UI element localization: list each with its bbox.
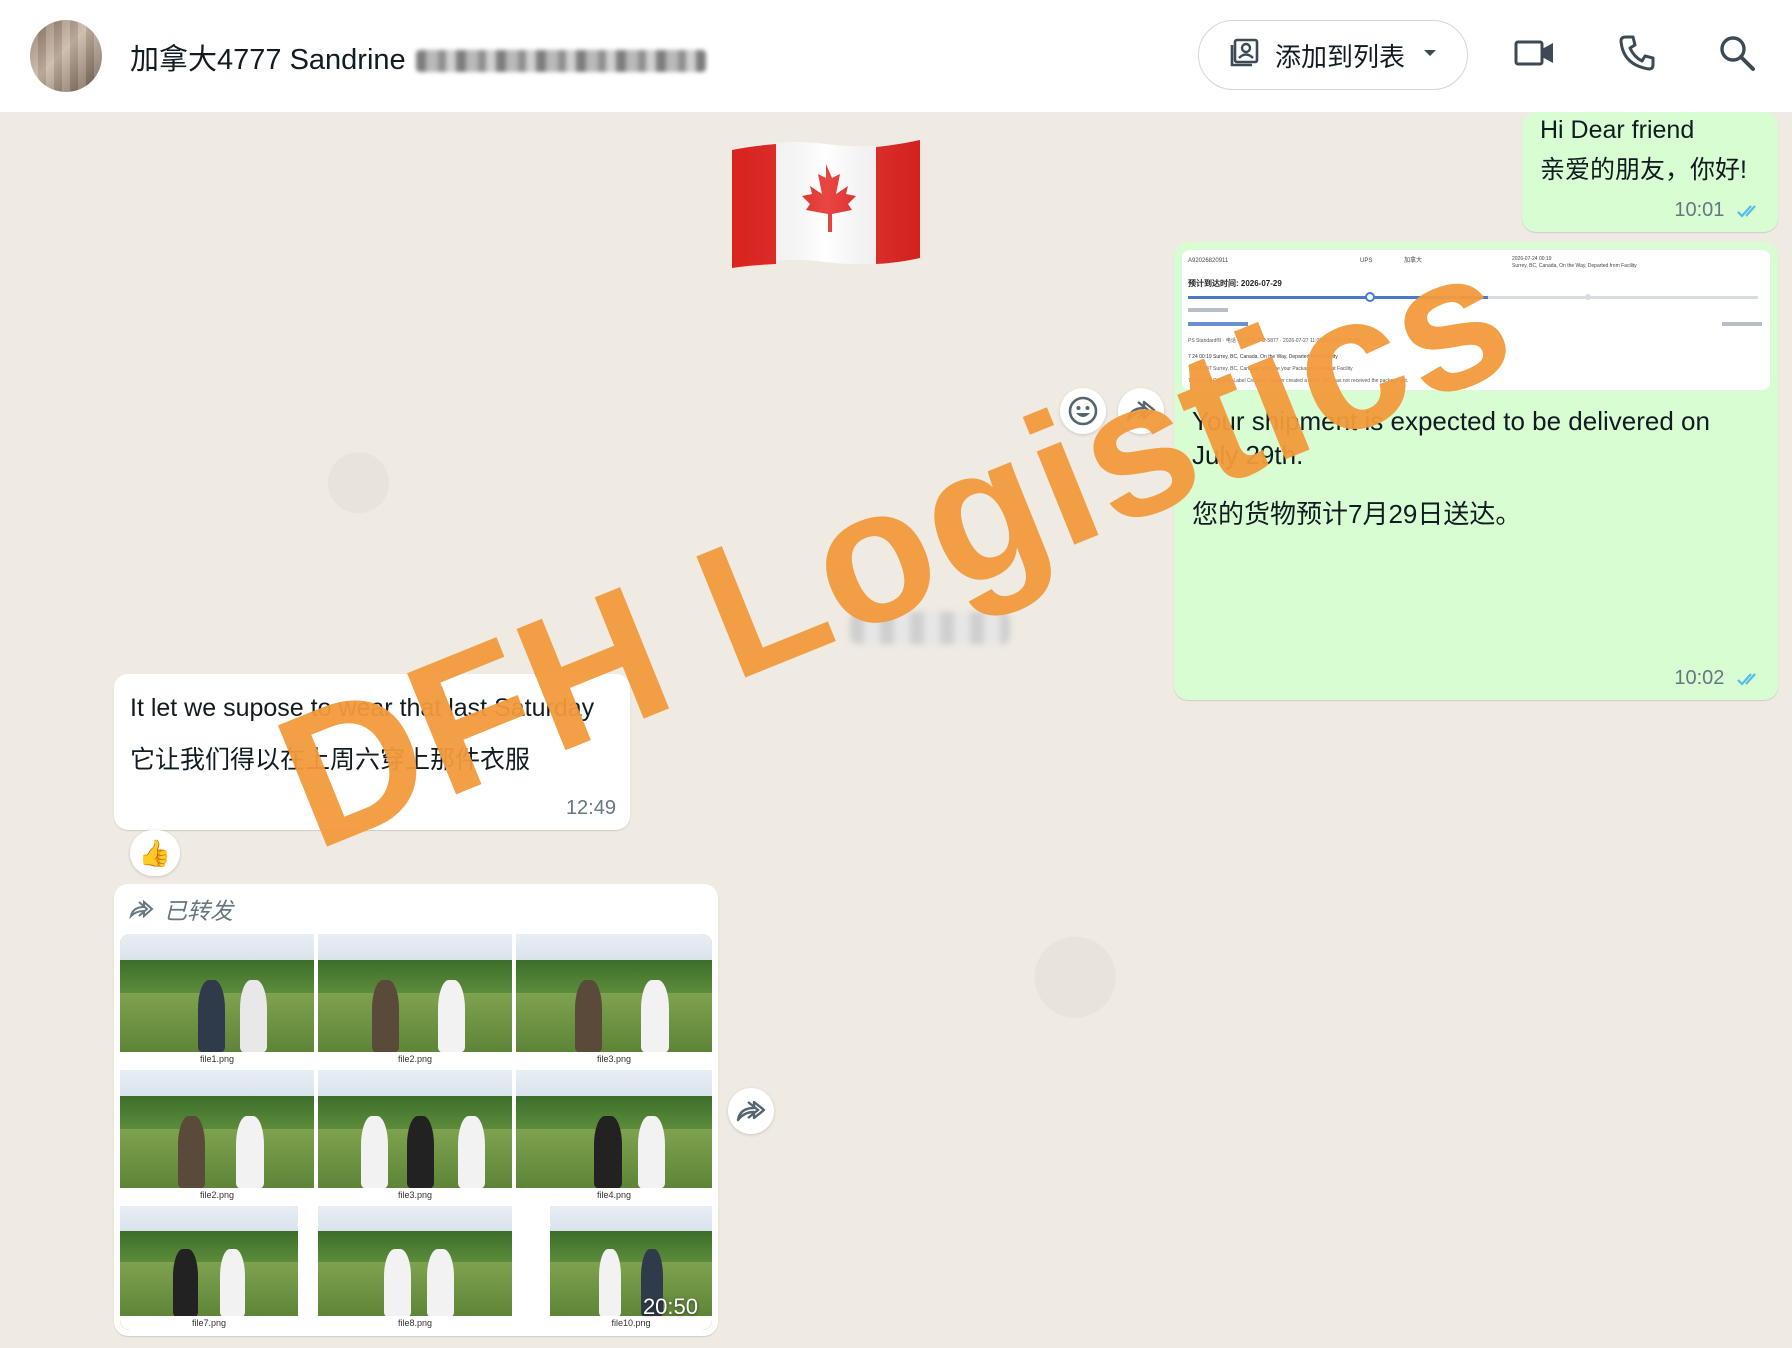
add-to-list-label: 添加到列表 bbox=[1275, 41, 1406, 72]
read-ticks-icon bbox=[1737, 672, 1756, 686]
contact-name-text: 加拿大4777 Sandrine bbox=[130, 44, 406, 76]
chevron-down-icon bbox=[1419, 40, 1441, 71]
video-call-button[interactable] bbox=[1512, 32, 1558, 78]
photo-filename: file3.png bbox=[516, 1052, 712, 1066]
contact-avatar[interactable] bbox=[30, 20, 102, 92]
message-meta: 10:02 bbox=[1674, 667, 1764, 690]
album-photo[interactable]: file2.png bbox=[120, 1070, 314, 1202]
album-photo[interactable]: file3.png bbox=[318, 1070, 512, 1202]
album-photo[interactable]: file4.png bbox=[516, 1070, 712, 1202]
contact-name-redaction bbox=[415, 50, 706, 73]
message-text-en: Hi Dear friend bbox=[1540, 116, 1695, 144]
message-time: 20:50 bbox=[642, 1294, 698, 1319]
screenshot-status: Surrey, BC, Canada, On the Way, Departed… bbox=[1512, 263, 1637, 269]
message-time: 10:01 bbox=[1674, 199, 1725, 221]
message-meta: 10:01 bbox=[1674, 199, 1764, 222]
forwarded-text: 已转发 bbox=[164, 898, 233, 924]
photo-filename: file7.png bbox=[120, 1316, 298, 1330]
forward-icon bbox=[129, 899, 154, 920]
chat-header: 加拿大4777 Sandrine 添加到列表 bbox=[0, 0, 1792, 113]
photo-filename: file1.png bbox=[120, 1052, 314, 1066]
contact-name[interactable]: 加拿大4777 Sandrine bbox=[130, 36, 706, 78]
message-time: 10:02 bbox=[1674, 667, 1725, 689]
search-button[interactable] bbox=[1714, 32, 1760, 78]
album-photo[interactable]: file3.png bbox=[516, 934, 712, 1066]
message-text-zh: 亲爱的朋友，你好! bbox=[1540, 156, 1747, 184]
search-icon bbox=[1717, 33, 1757, 78]
album-photo[interactable]: file7.png bbox=[120, 1206, 298, 1330]
screenshot-date: 2026-07-24 00:19 bbox=[1512, 256, 1552, 262]
contact-list-icon bbox=[1229, 36, 1261, 75]
forward-album-button[interactable] bbox=[728, 1088, 774, 1134]
forward-icon bbox=[736, 1100, 766, 1122]
add-to-list-button[interactable]: 添加到列表 bbox=[1198, 20, 1468, 90]
photo-album-grid: file1.png file2.png file3.png file2.png bbox=[120, 934, 712, 1330]
voice-call-icon bbox=[1617, 33, 1657, 78]
outgoing-message-greeting[interactable]: Hi Dear friend 亲爱的朋友，你好! 10:01 bbox=[1522, 112, 1778, 232]
message-reaction[interactable]: 👍 bbox=[130, 830, 180, 876]
message-time: 12:49 bbox=[565, 797, 616, 819]
album-photo[interactable]: file8.png bbox=[318, 1206, 512, 1330]
photo-filename: file2.png bbox=[318, 1052, 512, 1066]
photo-filename: file2.png bbox=[120, 1188, 314, 1202]
photo-filename: file8.png bbox=[318, 1316, 512, 1330]
incoming-forwarded-album[interactable]: 已转发 file1.png file2.png file3.png file2.… bbox=[114, 884, 718, 1336]
thumbs-up-icon: 👍 bbox=[138, 837, 172, 868]
canada-flag-icon bbox=[732, 140, 920, 268]
forwarded-label: 已转发 bbox=[128, 892, 233, 926]
screenshot-tracking-no: A92026820911 bbox=[1188, 258, 1229, 264]
album-photo[interactable]: file1.png bbox=[120, 934, 314, 1066]
album-photo[interactable]: file2.png bbox=[318, 934, 512, 1066]
photo-filename: file3.png bbox=[318, 1188, 512, 1202]
video-call-icon bbox=[1513, 35, 1557, 76]
voice-call-button[interactable] bbox=[1614, 32, 1660, 78]
photo-filename: file4.png bbox=[516, 1188, 712, 1202]
read-ticks-icon bbox=[1737, 204, 1756, 218]
album-photo[interactable]: file10.png 20:50 bbox=[550, 1206, 712, 1330]
